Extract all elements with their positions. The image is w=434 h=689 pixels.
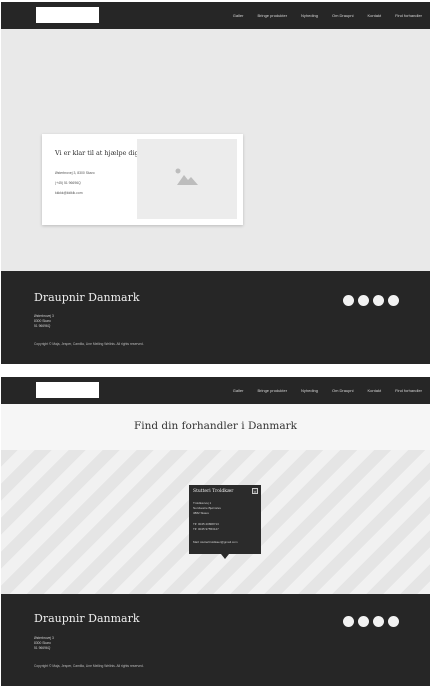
nav-link-contact[interactable]: Kontakt	[368, 388, 382, 393]
map-image-placeholder	[137, 139, 237, 219]
social-icon[interactable]	[358, 616, 369, 627]
social-icon[interactable]	[343, 295, 354, 306]
nav-link-about[interactable]: Om Draupni	[332, 388, 354, 393]
footer-copyright: Copyright © Maja, Jesper, Camilla, Line …	[34, 342, 144, 346]
contact-email[interactable]: kkkkk@kklklk.com	[55, 191, 83, 195]
logo-placeholder[interactable]	[36, 382, 99, 398]
social-icon[interactable]	[373, 616, 384, 627]
logo-placeholder[interactable]	[36, 7, 99, 23]
contact-card: Vi er klar til at hjælpe dig Østerbrovej…	[42, 134, 243, 225]
nav-links: Galler Bringe produkter Nyheding Om Drau…	[219, 377, 422, 404]
nav-link-about[interactable]: Om Draupni	[332, 13, 354, 18]
top-navbar: Galler Bringe produkter Nyheding Om Drau…	[1, 377, 430, 404]
popup-line: Nordvestre Bjørnslev	[193, 506, 222, 510]
nav-link-find-dealer[interactable]: Find forhandler	[395, 13, 422, 18]
footer-title: Draupnir Danmark	[34, 291, 140, 304]
contact-page-screenshot: Galler Bringe produkter Nyheding Om Drau…	[1, 2, 430, 364]
footer-title: Draupnir Danmark	[34, 612, 140, 625]
social-icon[interactable]	[358, 295, 369, 306]
social-icons	[339, 295, 399, 306]
footer: Draupnir Danmark Østerbrovej 3 8300 Skar…	[1, 271, 430, 364]
popup-line: Troldkærvej 1	[193, 501, 212, 505]
top-navbar: Galler Bringe produkter Nyheding Om Drau…	[1, 2, 430, 29]
contact-address: Østerbrovej 3, 8300 Skaro	[55, 171, 95, 175]
social-icon[interactable]	[388, 616, 399, 627]
footer-copyright: Copyright © Maja, Jesper, Camilla, Line …	[34, 664, 144, 668]
nav-link-products[interactable]: Bringe produkter	[257, 13, 287, 18]
footer-address: Østerbrovej 3 8300 Skaro 51 96696Q	[34, 314, 54, 329]
map-info-popup: Stutteri Troldkær × Troldkærvej 1 Nordve…	[189, 485, 261, 559]
contact-phone[interactable]: (+45) 51 96696Q	[55, 181, 81, 185]
footer-address-line: 51 96696Q	[34, 646, 51, 650]
nav-link-galleri[interactable]: Galler	[233, 388, 244, 393]
nav-links: Galler Bringe produkter Nyheding Om Drau…	[219, 2, 422, 29]
social-icon[interactable]	[388, 295, 399, 306]
popup-title: Stutteri Troldkær	[193, 489, 234, 494]
nav-link-products[interactable]: Bringe produkter	[257, 388, 287, 393]
popup-line: Tlf: 0045 97553127	[193, 527, 219, 531]
nav-link-news[interactable]: Nyheding	[301, 13, 318, 18]
close-icon[interactable]: ×	[252, 488, 258, 494]
nav-link-galleri[interactable]: Galler	[233, 13, 244, 18]
hero-section: Vi er klar til at hjælpe dig Østerbrovej…	[1, 29, 430, 271]
nav-link-find-dealer[interactable]: Find forhandler	[395, 388, 422, 393]
page-title: Find din forhandler i Danmark	[133, 420, 298, 432]
contact-card-title: Vi er klar til at hjælpe dig	[55, 149, 139, 157]
social-icons	[339, 616, 399, 627]
dealer-map[interactable]: Stutteri Troldkær × Troldkærvej 1 Nordve…	[1, 450, 430, 594]
footer-address: Østerbrovej 3 8300 Skaro 51 96696Q	[34, 636, 54, 651]
nav-link-news[interactable]: Nyheding	[301, 388, 318, 393]
popup-email[interactable]: Mail: stutteritroldkaer@gmail.com	[193, 540, 238, 544]
image-placeholder-icon	[175, 168, 198, 185]
find-dealer-page-screenshot: Galler Bringe produkter Nyheding Om Drau…	[1, 377, 430, 686]
footer: Draupnir Danmark Østerbrovej 3 8300 Skar…	[1, 594, 430, 686]
nav-link-contact[interactable]: Kontakt	[368, 13, 382, 18]
social-icon[interactable]	[343, 616, 354, 627]
social-icon[interactable]	[373, 295, 384, 306]
heading-band: Find din forhandler i Danmark	[1, 404, 430, 450]
footer-address-line: 51 96696Q	[34, 324, 51, 328]
popup-line: Tlf: 0045 20808713	[193, 522, 219, 526]
popup-line: 3882 Skaus	[193, 511, 209, 515]
